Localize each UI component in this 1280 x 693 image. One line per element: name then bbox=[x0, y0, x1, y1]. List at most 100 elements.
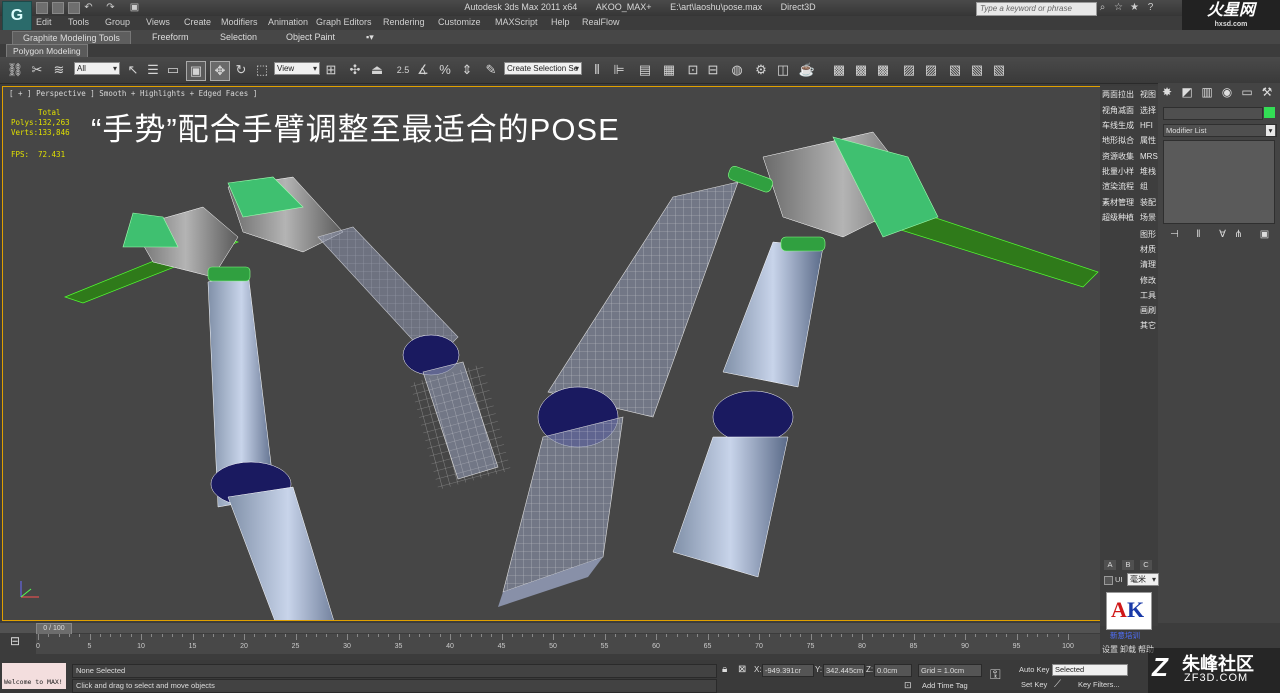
snaps-toggle-icon[interactable]: 2.5 bbox=[394, 61, 412, 79]
reference-coordinate-dropdown[interactable]: View bbox=[274, 62, 320, 75]
plugin-tool-2-icon[interactable]: ▩ bbox=[852, 61, 870, 79]
unit-dropdown[interactable]: 毫米 bbox=[1127, 573, 1159, 586]
viewport-label[interactable]: [ + ] Perspective ] Smooth + Highlights … bbox=[9, 89, 257, 98]
auto-key-button[interactable]: Auto Key bbox=[1019, 664, 1049, 676]
plugin-tool-3-icon[interactable]: ▩ bbox=[874, 61, 892, 79]
plugin-right-16[interactable]: 其它 bbox=[1140, 319, 1158, 333]
plugin-right-1[interactable]: 视图 bbox=[1140, 88, 1158, 102]
pivot-center-icon[interactable]: ⊞ bbox=[322, 61, 340, 79]
menu-tools[interactable]: Tools bbox=[68, 17, 89, 27]
plugin-right-3[interactable]: HFI bbox=[1140, 119, 1158, 133]
edit-named-selection-icon[interactable]: ✎ bbox=[482, 61, 500, 79]
menu-modifiers[interactable]: Modifiers bbox=[221, 17, 258, 27]
percent-snap-icon[interactable]: % bbox=[436, 61, 454, 79]
bind-space-warp-icon[interactable]: ≋ bbox=[50, 61, 68, 79]
modify-tab-icon[interactable]: ◩ bbox=[1180, 85, 1194, 99]
trackbar[interactable]: 0 5 10 15 20 25 30 35 40 45 50 55 60 65 70 75 80 85 90 95 10… bbox=[36, 634, 1100, 654]
polygon-modeling-panel[interactable]: Polygon Modeling bbox=[6, 44, 88, 58]
window-crossing-icon[interactable]: ▣ bbox=[186, 61, 206, 81]
time-tag-icon[interactable]: ⊡ bbox=[904, 680, 912, 691]
mini-curve-editor-icon[interactable]: ⊟ bbox=[4, 634, 26, 652]
utilities-tab-icon[interactable]: ⚒ bbox=[1260, 85, 1274, 99]
tab-object-paint[interactable]: Object Paint bbox=[276, 31, 345, 43]
selection-filter-dropdown[interactable]: All bbox=[74, 62, 120, 75]
hierarchy-tab-icon[interactable]: ▥ bbox=[1200, 85, 1214, 99]
footer-settings[interactable]: 设置 bbox=[1102, 644, 1118, 655]
tab-selection[interactable]: Selection bbox=[210, 31, 267, 43]
plugin-tool-4-icon[interactable]: ▨ bbox=[900, 61, 918, 79]
add-time-tag-button[interactable]: Add Time Tag bbox=[922, 680, 968, 692]
plugin-tool-8-icon[interactable]: ▧ bbox=[990, 61, 1008, 79]
search-input[interactable]: Type a keyword or phrase bbox=[976, 2, 1097, 16]
plugin-right-11[interactable]: 材质 bbox=[1140, 243, 1158, 257]
favorites-icon[interactable]: ★ bbox=[1128, 2, 1141, 14]
plugin-right-15[interactable]: 画刷 bbox=[1140, 304, 1158, 318]
panel-tab-c[interactable]: C bbox=[1140, 560, 1152, 570]
plugin-tool-6-icon[interactable]: ▧ bbox=[946, 61, 964, 79]
plugin-right-8[interactable]: 装配 bbox=[1140, 196, 1158, 210]
set-key-button[interactable]: Set Key bbox=[1021, 679, 1047, 691]
spinner-snap-icon[interactable]: ⇕ bbox=[458, 61, 476, 79]
configure-modifier-sets-icon[interactable]: ▣ bbox=[1258, 229, 1271, 241]
menu-views[interactable]: Views bbox=[146, 17, 170, 27]
plugin-tool-7-icon[interactable]: ▧ bbox=[968, 61, 986, 79]
menu-maxscript[interactable]: MAXScript bbox=[495, 17, 538, 27]
select-by-name-icon[interactable]: ☰ bbox=[144, 61, 162, 79]
keyboard-shortcut-override-icon[interactable]: ⏏ bbox=[368, 61, 386, 79]
menu-customize[interactable]: Customize bbox=[438, 17, 481, 27]
menu-group[interactable]: Group bbox=[105, 17, 130, 27]
key-selection-dropdown[interactable]: Selected bbox=[1052, 664, 1128, 676]
help-icon[interactable]: ? bbox=[1144, 2, 1157, 14]
set-key-mode-icon[interactable]: ⚿ bbox=[990, 666, 1001, 683]
align-icon[interactable]: ⊫ bbox=[610, 61, 628, 79]
plugin-right-7[interactable]: 组 bbox=[1140, 180, 1158, 194]
menu-help[interactable]: Help bbox=[551, 17, 570, 27]
communication-center-icon[interactable]: ☆ bbox=[1112, 2, 1125, 14]
menu-animation[interactable]: Animation bbox=[268, 17, 308, 27]
remove-modifier-icon[interactable]: ⋔ bbox=[1232, 229, 1245, 241]
menu-graph-editors[interactable]: Graph Editors bbox=[316, 17, 372, 27]
motion-tab-icon[interactable]: ◉ bbox=[1220, 85, 1234, 99]
plugin-tool-5-icon[interactable]: ▨ bbox=[922, 61, 940, 79]
select-and-move-icon[interactable]: ✥ bbox=[210, 61, 230, 81]
plugin-right-6[interactable]: 堆栈 bbox=[1140, 165, 1158, 179]
select-manipulate-icon[interactable]: ✣ bbox=[346, 61, 364, 79]
modifier-stack[interactable] bbox=[1163, 140, 1275, 224]
angle-snap-icon[interactable]: ∡ bbox=[414, 61, 432, 79]
render-production-icon[interactable]: ☕ bbox=[798, 61, 816, 79]
plugin-right-4[interactable]: 属性 bbox=[1140, 134, 1158, 148]
plugin-right-10[interactable]: 图形 bbox=[1140, 228, 1158, 242]
show-end-result-icon[interactable]: ‖ bbox=[1192, 229, 1205, 241]
lock-selection-icon[interactable]: 🔒︎ bbox=[722, 664, 727, 675]
panel-tab-a[interactable]: A bbox=[1104, 560, 1116, 570]
mirror-icon[interactable]: ⫴ bbox=[588, 61, 606, 79]
material-editor-icon[interactable]: ◍ bbox=[728, 61, 746, 79]
menu-create[interactable]: Create bbox=[184, 17, 211, 27]
footer-uninstall[interactable]: 卸载 bbox=[1120, 644, 1136, 655]
absolute-mode-icon[interactable]: ⊠ bbox=[738, 664, 746, 675]
named-selection-dropdown[interactable]: Create Selection Se bbox=[504, 62, 582, 75]
make-unique-icon[interactable]: ∀ bbox=[1216, 229, 1229, 241]
menu-edit[interactable]: Edit bbox=[36, 17, 52, 27]
perspective-viewport[interactable]: [ + ] Perspective ] Smooth + Highlights … bbox=[2, 86, 1101, 621]
maxscript-listener[interactable]: Welcome to MAX! bbox=[2, 663, 66, 689]
select-and-rotate-icon[interactable]: ↻ bbox=[232, 61, 250, 79]
search-icon[interactable]: ⌕ bbox=[1096, 2, 1109, 14]
unlink-icon[interactable]: ✂ bbox=[28, 61, 46, 79]
select-and-scale-icon[interactable]: ⬚ bbox=[253, 61, 271, 79]
plugin-right-2[interactable]: 选择 bbox=[1140, 104, 1158, 118]
object-color-swatch[interactable] bbox=[1264, 107, 1275, 118]
tab-graphite-modeling-tools[interactable]: Graphite Modeling Tools bbox=[12, 31, 131, 44]
select-and-link-icon[interactable]: ⛓ bbox=[6, 61, 24, 79]
x-coordinate-field[interactable]: -949.391cr bbox=[762, 664, 814, 677]
select-object-icon[interactable]: ↖ bbox=[124, 61, 142, 79]
create-tab-icon[interactable]: ✸ bbox=[1160, 85, 1174, 99]
rect-selection-icon[interactable]: ▭ bbox=[164, 61, 182, 79]
layer-manager-icon[interactable]: ▤ bbox=[636, 61, 654, 79]
z-coordinate-field[interactable]: 0.0cm bbox=[874, 664, 912, 677]
menu-rendering[interactable]: Rendering bbox=[383, 17, 425, 27]
pin-stack-icon[interactable]: ⊣ bbox=[1168, 229, 1181, 241]
plugin-right-13[interactable]: 修改 bbox=[1140, 274, 1158, 288]
plugin-right-9[interactable]: 场景 bbox=[1140, 211, 1158, 225]
key-filters-button[interactable]: Key Filters... bbox=[1078, 679, 1120, 691]
